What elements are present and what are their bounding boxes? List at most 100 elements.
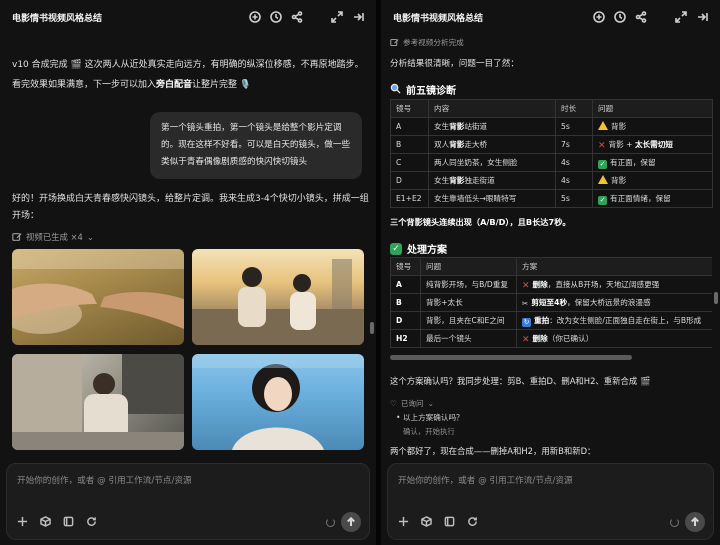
table-header: 镜号 — [390, 257, 421, 276]
chat-panel-right: 电影情书视频风格总结 参考视频分析完成 分析结果很清晰，问题一目了然： 前五镜诊… — [381, 0, 720, 545]
cell-id: E1+E2 — [390, 189, 429, 208]
edit-icon — [390, 38, 399, 47]
reply-line: 好的！开场换成白天青春感快闪镜头，给整片定调。我来生成3-4个快切小镜头，拼成一… — [12, 194, 369, 204]
table-row: E1+E2 女生靠墙低头→眼睛特写 5s ✓ 有正面情绪，保留 — [390, 189, 713, 208]
expand-icon[interactable] — [331, 11, 343, 23]
cell-content: 两人同坐奶茶，女生侧脸 — [428, 153, 556, 172]
new-chat-icon[interactable] — [593, 11, 605, 23]
table-row: D 女生背影独走街道 4s 背影 — [390, 171, 713, 190]
cell-duration: 4s — [555, 171, 593, 190]
cross-icon: ✕ — [598, 140, 606, 151]
close-panel-icon[interactable] — [696, 11, 708, 23]
text-bold: 旁白配音 — [156, 80, 193, 90]
composer-input[interactable]: 开始你的创作，或者 @ 引用工作流/节点/资源 — [398, 474, 573, 486]
warning-icon — [598, 121, 608, 130]
asked-toggle[interactable]: ♡ 已询问 ⌄ — [390, 398, 434, 409]
refresh-icon[interactable] — [467, 516, 478, 530]
status-text: 参考视频分析完成 — [403, 38, 464, 47]
table-header: 时长 — [555, 99, 593, 118]
generated-label: 视频已生成 ×4 — [26, 232, 83, 242]
reply-line: 开场： — [12, 211, 40, 221]
section-title-text: 处理方案 — [407, 245, 447, 256]
video-generated-toggle[interactable]: 视频已生成 ×4 ⌄ — [12, 231, 94, 243]
share-icon[interactable] — [291, 11, 303, 23]
cell-issue: 最后一个镜头 — [420, 329, 517, 348]
chevron-down-icon: ⌄ — [427, 399, 434, 408]
share-icon[interactable] — [635, 11, 647, 23]
scrollbar[interactable] — [370, 322, 374, 334]
refresh-icon[interactable] — [86, 516, 97, 530]
table-row: A 女生背影站街道 5s 背影 — [390, 117, 713, 136]
diagnosis-title: 前五镜诊断 — [390, 82, 456, 97]
cross-icon: ✕ — [522, 280, 530, 291]
intro-text: 分析结果很清晰，问题一目了然： — [390, 59, 519, 69]
table-row: H2 最后一个镜头 ✕ 删除（你已确认） — [390, 329, 712, 348]
street-illustration — [12, 354, 184, 450]
media-icon[interactable] — [63, 516, 74, 530]
cell-content: 女生背影独走街道 — [428, 171, 556, 190]
plan-table: 镜号 问题 方案 A 纯背影开场，与B/D重复 ✕ 删除，直接从B开场，天地辽阔感… — [390, 257, 712, 348]
check-icon: ✓ — [598, 195, 607, 205]
cell-id: C — [390, 153, 429, 172]
add-icon[interactable] — [17, 516, 28, 530]
reference-analysis-status[interactable]: 参考视频分析完成 — [390, 37, 464, 48]
cell-issue: 纯背影开场，与B/D重复 — [420, 275, 517, 294]
arrow-up-icon — [691, 517, 699, 526]
table-header: 问题 — [420, 257, 517, 276]
expand-icon[interactable] — [675, 11, 687, 23]
chat-header: 电影情书视频风格总结 — [381, 0, 720, 34]
table-header: 镜号 — [390, 99, 429, 118]
cell-duration: 5s — [555, 117, 593, 136]
cross-icon: ✕ — [522, 334, 530, 345]
couple-illustration — [192, 259, 364, 345]
table-header: 内容 — [428, 99, 556, 118]
message-line: 看完效果如果满意，下一步可以加入旁白配音让整片完整 🎙️ — [12, 77, 368, 94]
video-thumbnail-street[interactable] — [12, 354, 184, 450]
table-row: A 纯背影开场，与B/D重复 ✕ 删除，直接从B开场，天地辽阔感更强 — [390, 275, 712, 294]
cell-issue: 背影+太长 — [420, 293, 517, 312]
history-icon[interactable] — [270, 11, 282, 23]
confirm-text: 这个方案确认吗？我同步处理：剪B、重拍D、删A和H2、重新合成 🎬 — [390, 376, 651, 386]
chevron-down-icon: ⌄ — [86, 232, 94, 242]
text: 让整片完整 🎙️ — [192, 80, 252, 90]
video-thumbnail-girl[interactable] — [192, 354, 364, 450]
asked-label: 已询问 — [400, 399, 424, 408]
table-header-row: 镜号 内容 时长 问题 — [390, 99, 713, 118]
final-message: 两个都好了，现在合成——删掉A和H2，用新B和新D： — [390, 446, 596, 456]
cell-issue: ✓ 有正面，保留 — [592, 153, 713, 172]
table-header-row: 镜号 问题 方案 — [390, 257, 712, 276]
check-icon: ✓ — [390, 242, 402, 255]
plan-table-scroll[interactable]: 镜号 问题 方案 A 纯背影开场，与B/D重复 ✕ 删除，直接从B开场，天地辽阔感… — [390, 257, 712, 348]
new-chat-icon[interactable] — [249, 11, 261, 23]
cell-issue: 背影 — [592, 117, 713, 136]
arrow-up-icon — [347, 517, 355, 526]
cube-icon[interactable] — [421, 516, 432, 530]
chat-title: 电影情书视频风格总结 — [12, 13, 103, 24]
video-thumbnail-couple[interactable] — [192, 249, 364, 345]
cell-content: 女生靠墙低头→眼睛特写 — [428, 189, 556, 208]
girl-illustration — [192, 354, 364, 450]
table-header: 问题 — [592, 99, 713, 118]
horizontal-scrollbar[interactable] — [390, 355, 632, 360]
chat-title: 电影情书视频风格总结 — [393, 13, 484, 24]
media-icon[interactable] — [444, 516, 455, 530]
cell-issue: ✕ 背影 + 太长需切短 — [592, 135, 713, 154]
cell-plan: ↻ 重拍：改为女生侧脸/正面独自走在街上，与B形成 — [516, 311, 712, 330]
close-panel-icon[interactable] — [352, 11, 364, 23]
message-line: v10 合成完成 🎬 这次两人从近处真实走向远方，有明确的纵深位移感，不再原地踏… — [12, 60, 364, 70]
cell-id: A — [390, 117, 429, 136]
send-button[interactable] — [685, 512, 705, 532]
cell-content: 女生背影站街道 — [428, 117, 556, 136]
scissors-icon: ✂ — [522, 299, 529, 308]
assistant-message: v10 合成完成 🎬 这次两人从近处真实走向远方，有明确的纵深位移感，不再原地踏… — [12, 57, 368, 94]
add-icon[interactable] — [398, 516, 409, 530]
chat-panel-left: 电影情书视频风格总结 v10 合成完成 🎬 这次两人从近处真实走向远方，有明确的… — [0, 0, 376, 545]
cell-plan: ✕ 删除（你已确认） — [516, 329, 712, 348]
video-thumbnail-hands[interactable] — [12, 249, 184, 345]
cube-icon[interactable] — [40, 516, 51, 530]
history-icon[interactable] — [614, 11, 626, 23]
composer-input[interactable]: 开始你的创作，或者 @ 引用工作流/节点/资源 — [17, 474, 192, 486]
composer: 开始你的创作，或者 @ 引用工作流/节点/资源 — [387, 463, 714, 540]
scrollbar[interactable] — [714, 292, 718, 304]
send-button[interactable] — [341, 512, 361, 532]
